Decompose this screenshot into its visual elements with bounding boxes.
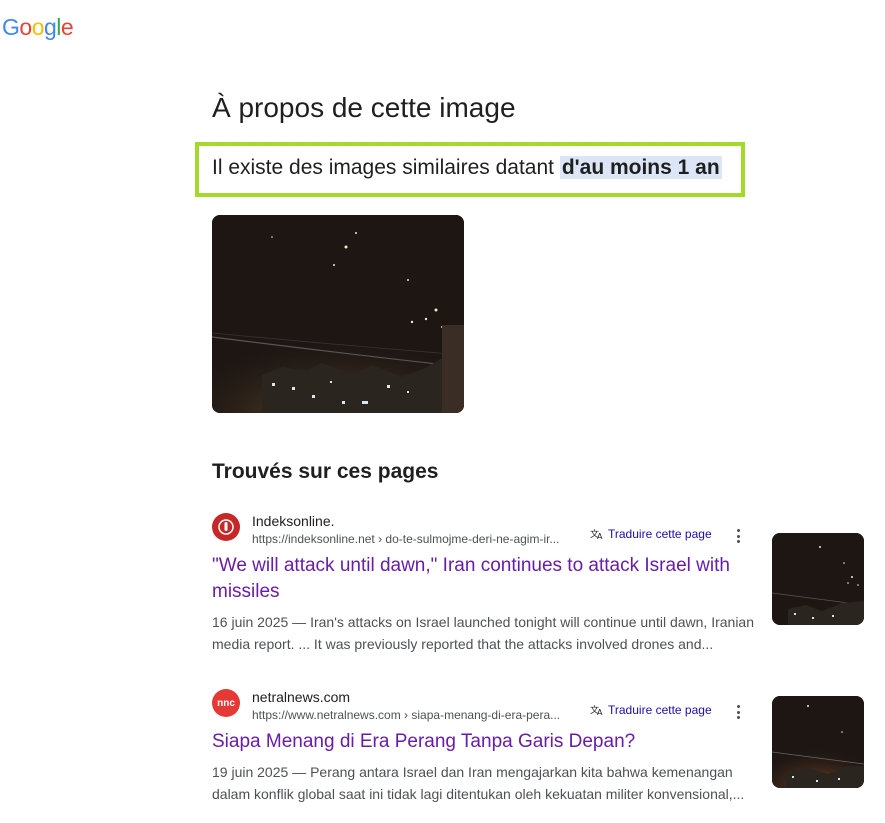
logo-letter: e (60, 14, 74, 40)
logo-letter: o (31, 14, 45, 40)
netralnews-icon: nnc (217, 697, 235, 709)
translate-label: Traduire cette page (608, 703, 712, 717)
translate-icon: 文 A (590, 704, 603, 716)
indeksonline-icon (218, 519, 234, 535)
translate-label: Traduire cette page (608, 527, 712, 541)
found-on-pages-title: Trouvés sur ces pages (212, 460, 439, 483)
logo-letter: g (43, 14, 57, 40)
similar-prefix: Il existe des images similaires datant (212, 156, 560, 179)
google-logo[interactable]: Google (2, 14, 74, 41)
search-result: Indeksonline. https://indeksonline.net ›… (212, 513, 872, 663)
more-options-icon[interactable] (732, 527, 744, 545)
result-thumbnail[interactable] (772, 533, 864, 625)
site-url[interactable]: https://www.netralnews.com › siapa-menan… (252, 708, 560, 722)
similar-highlight: d'au moins 1 an (559, 156, 722, 179)
site-name[interactable]: netralnews.com (252, 689, 350, 705)
result-thumbnail[interactable] (772, 696, 864, 788)
search-result: nnc netralnews.com https://www.netralnew… (212, 689, 872, 819)
site-favicon[interactable] (212, 513, 240, 541)
result-title-link[interactable]: "We will attack until dawn," Iran contin… (212, 553, 764, 605)
logo-letter: o (19, 14, 32, 40)
more-options-icon[interactable] (732, 703, 744, 721)
site-url[interactable]: https://indeksonline.net › do-te-sulmojm… (252, 532, 559, 546)
result-title-link[interactable]: Siapa Menang di Era Perang Tanpa Garis D… (212, 729, 764, 755)
svg-text:A: A (597, 532, 603, 540)
translate-icon: 文 A (590, 528, 603, 540)
translate-link[interactable]: 文 A Traduire cette page (590, 527, 712, 541)
logo-letter: G (2, 14, 20, 40)
result-snippet: 19 juin 2025 — Perang antara Israel dan … (212, 764, 745, 802)
site-name[interactable]: Indeksonline. (252, 513, 335, 529)
main-image-thumbnail[interactable] (212, 215, 464, 413)
site-favicon[interactable]: nnc (212, 689, 240, 717)
similar-images-text: Il existe des images similaires datant d… (212, 156, 722, 180)
page-title: À propos de cette image (212, 92, 516, 123)
translate-link[interactable]: 文 A Traduire cette page (590, 703, 712, 717)
result-snippet: 16 juin 2025 — Iran's attacks on Israel … (212, 614, 755, 652)
svg-text:A: A (597, 708, 603, 716)
